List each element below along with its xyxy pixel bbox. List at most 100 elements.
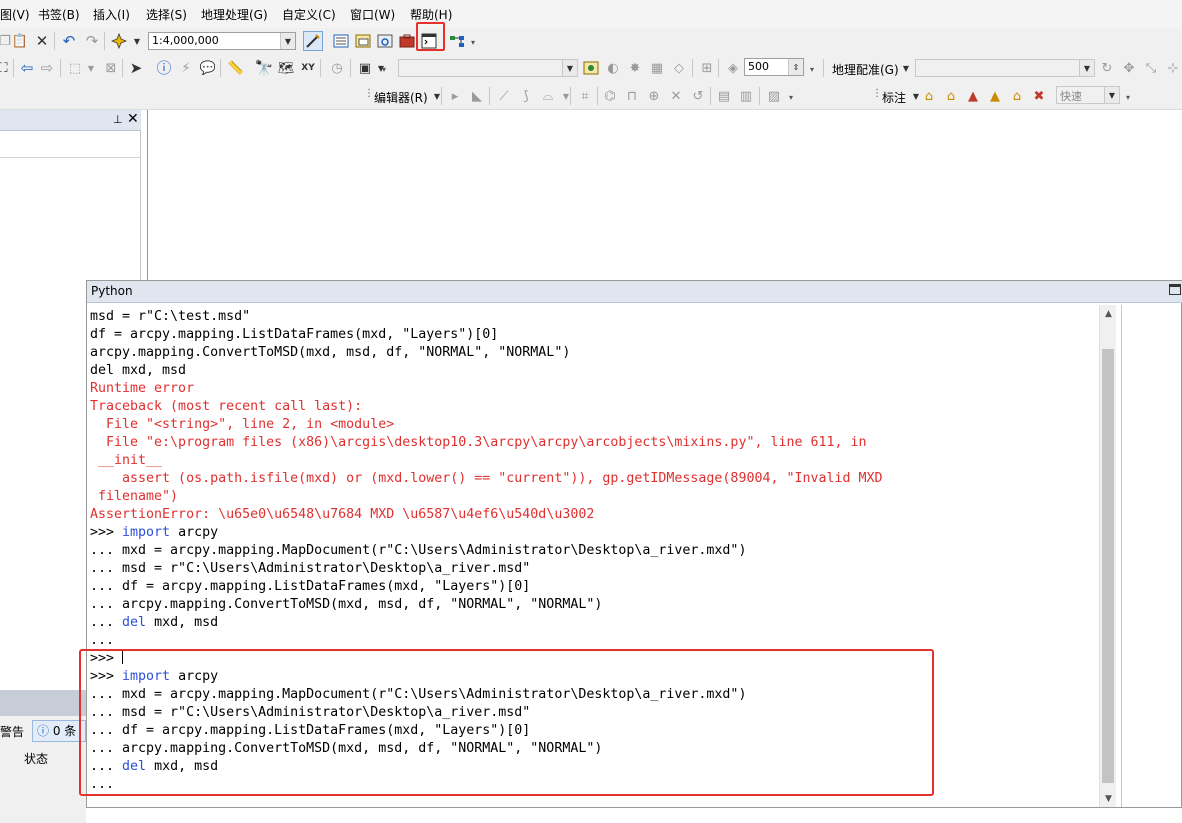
chevron-down-icon[interactable]: ▼ <box>82 60 100 78</box>
toolbar-grip-icon[interactable]: ⋮ <box>872 88 882 99</box>
contrast-icon[interactable]: ◐ <box>604 59 622 77</box>
go-to-xy-icon[interactable]: XY <box>299 59 317 77</box>
warnings-tab[interactable]: 警告 <box>0 723 24 740</box>
label-weight-icon[interactable]: ▲ <box>964 87 982 105</box>
console-scrollbar[interactable]: ▲ ▼ <box>1099 305 1116 807</box>
arctoolbox-icon[interactable] <box>398 32 416 50</box>
model-builder-icon[interactable] <box>448 32 466 50</box>
identify-icon[interactable]: ⓘ <box>155 59 173 77</box>
toolbar-options-icon[interactable]: ▾ <box>789 93 797 103</box>
scrollbar-thumb[interactable] <box>1102 349 1114 783</box>
edit-vertices-icon[interactable]: ⌗ <box>576 87 594 105</box>
table-of-contents-icon[interactable] <box>332 32 350 50</box>
labeling-speed-combobox[interactable]: 快速 ▼ <box>1056 86 1120 104</box>
spin-icon[interactable]: ⇕ <box>788 59 803 75</box>
chevron-down-icon[interactable]: ▼ <box>557 88 575 106</box>
find-route-icon[interactable]: 🗺 <box>277 59 295 77</box>
attributes-window-icon[interactable]: ▤ <box>715 87 733 105</box>
clear-selection-icon[interactable]: ⊠ <box>102 59 120 77</box>
back-extent-icon[interactable]: ⇦ <box>18 59 36 77</box>
select-elements-icon[interactable]: ➤ <box>127 59 145 77</box>
reshape-icon[interactable]: ⌬ <box>601 87 619 105</box>
edit-tool-icon[interactable]: ▸ <box>446 87 464 105</box>
scroll-down-icon[interactable]: ▼ <box>1100 790 1117 807</box>
sketch-properties-icon[interactable]: ▥ <box>737 87 755 105</box>
rotate-feature-icon[interactable]: ✕ <box>667 87 685 105</box>
hyperlink-icon[interactable]: ⚡ <box>177 59 195 77</box>
lock-labels-icon[interactable]: ▲ <box>986 87 1004 105</box>
label-manager-icon[interactable]: ⌂ <box>920 87 938 105</box>
search-icon[interactable] <box>376 32 394 50</box>
measure-icon[interactable]: 📏 <box>227 59 245 77</box>
cut-polygons-icon[interactable]: ⊓ <box>623 87 641 105</box>
label-priority-icon[interactable]: ⌂ <box>942 87 960 105</box>
python-button-highlight <box>416 22 445 51</box>
menu-customize[interactable]: 自定义(C) <box>282 6 336 23</box>
forward-extent-icon[interactable]: ⇨ <box>38 59 56 77</box>
end-point-arc-icon[interactable]: ⟆ <box>517 87 535 105</box>
shift-icon[interactable]: ✥ <box>1120 59 1138 77</box>
georef-layer-combobox[interactable]: ▼ <box>915 59 1095 77</box>
magnifier-icon[interactable]: ◈ <box>724 59 742 77</box>
edit-annotation-icon[interactable]: ◣ <box>468 87 486 105</box>
rotate-icon[interactable]: ↻ <box>1098 59 1116 77</box>
menu-view[interactable]: 图(V) <box>0 6 30 23</box>
brightness-icon[interactable]: ✸ <box>626 59 644 77</box>
split-icon[interactable]: ⊕ <box>645 87 663 105</box>
trace-icon[interactable]: ⌓ <box>539 87 557 105</box>
delete-icon[interactable]: ✕ <box>33 32 51 50</box>
straight-segment-icon[interactable]: ⟋ <box>495 87 513 105</box>
messages-tab[interactable]: ⓘ 0 条 <box>32 720 86 742</box>
menu-help[interactable]: 帮助(H) <box>410 6 452 23</box>
toolbar-options-icon[interactable]: ▾ <box>382 65 390 75</box>
scale-icon[interactable]: ⤡ <box>1142 59 1160 77</box>
full-extent-icon[interactable]: ⛶ <box>0 59 12 77</box>
menu-bookmarks[interactable]: 书签(B) <box>38 6 80 23</box>
zoom-resolution-icon[interactable]: ⊞ <box>698 59 716 77</box>
undo-icon[interactable]: ↶ <box>60 32 78 50</box>
add-data-icon[interactable] <box>110 32 128 50</box>
layer-combobox[interactable]: ▼ <box>398 59 578 77</box>
add-control-points-icon[interactable]: ⊹ <box>1164 59 1182 77</box>
toolbar-grip-icon[interactable]: ⋮ <box>364 88 374 99</box>
toolbar-options-icon[interactable]: ▾ <box>1126 93 1134 103</box>
menu-geoprocessing[interactable]: 地理处理(G) <box>201 6 268 23</box>
attributes-icon[interactable]: ↺ <box>689 87 707 105</box>
labeling-menu[interactable]: 标注 <box>882 89 906 106</box>
scroll-up-icon[interactable]: ▲ <box>1100 305 1117 322</box>
menu-selection[interactable]: 选择(S) <box>146 6 187 23</box>
toolbar-options-icon[interactable]: ▾ <box>471 38 479 48</box>
html-popup-icon[interactable]: 💬 <box>199 59 217 77</box>
scale-combobox[interactable]: 1:4,000,000 ▼ <box>148 32 296 50</box>
redo-icon[interactable]: ↷ <box>83 32 101 50</box>
transparency-icon[interactable]: ▦ <box>648 59 666 77</box>
chevron-down-icon[interactable]: ▼ <box>562 60 577 76</box>
console-code: arcpy <box>170 525 219 540</box>
editor-toolbar-icon[interactable] <box>303 31 323 51</box>
toolbar-options-icon[interactable]: ▾ <box>810 65 818 75</box>
map-view[interactable] <box>147 110 1182 280</box>
chevron-down-icon[interactable]: ▼ <box>128 33 146 51</box>
create-features-icon[interactable]: ▨ <box>765 87 783 105</box>
georeferencing-menu[interactable]: 地理配准(G) <box>832 61 899 78</box>
pause-labeling-icon[interactable]: ⌂ <box>1008 87 1026 105</box>
chevron-down-icon[interactable]: ▼ <box>280 33 295 49</box>
time-slider-icon[interactable]: ◷ <box>328 59 346 77</box>
chevron-down-icon[interactable]: ▼ <box>428 88 446 106</box>
find-icon[interactable]: 🔭 <box>255 59 274 77</box>
chevron-down-icon[interactable]: ▼ <box>1104 87 1119 103</box>
georef-layer-icon[interactable] <box>582 59 600 77</box>
editor-menu[interactable]: 编辑器(R) <box>374 89 428 106</box>
chevron-down-icon[interactable]: ▼ <box>897 60 915 78</box>
pin-icon[interactable]: ⊥ <box>113 113 123 126</box>
close-icon[interactable]: ✕ <box>127 111 139 127</box>
maximize-icon[interactable] <box>1169 284 1181 295</box>
catalog-icon[interactable] <box>354 32 372 50</box>
menu-windows[interactable]: 窗口(W) <box>350 6 395 23</box>
paste-icon[interactable]: 📋 <box>11 32 29 50</box>
view-unplaced-labels-icon[interactable]: ✖ <box>1030 87 1048 105</box>
menu-insert[interactable]: 插入(I) <box>93 6 130 23</box>
number-spinner[interactable]: 500 ⇕ <box>744 58 804 76</box>
chevron-down-icon[interactable]: ▼ <box>1079 60 1094 76</box>
swipe-icon[interactable]: ◇ <box>670 59 688 77</box>
